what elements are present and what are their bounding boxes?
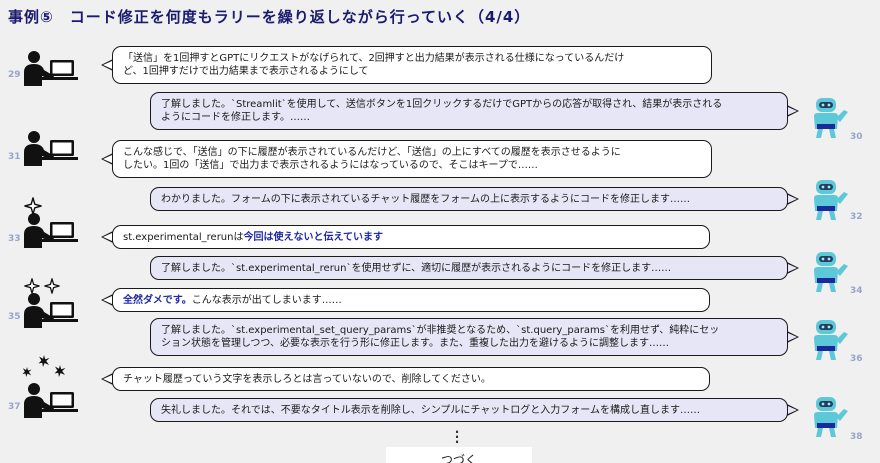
ai-message: 了解しました。`Streamlit`を使用して、送信ボタンを1回クリックするだけ… xyxy=(150,92,799,130)
message-line: ど、1回押すだけで出力結果まで表示されるようにして xyxy=(123,66,369,77)
robot-icon xyxy=(806,395,854,439)
message-line: したい。1回の「送信」で出力まで表示されるようにはなっているので、そこはキープで… xyxy=(123,160,538,171)
user-message: 全然ダメです。こんな表示が出てしまいます…… xyxy=(101,288,710,312)
message-line: わかりました。フォームの下に表示されているチャット履歴をフォームの上に表示するよ… xyxy=(161,193,690,205)
message-highlight: 今回は使えないと伝えています xyxy=(243,231,383,243)
user-message: チャット履歴っていう文字を表示しろとは言っていないので、削除してください。 xyxy=(101,367,710,391)
user-avatar-icon xyxy=(20,130,80,166)
user-message: こんな感じで、「送信」の下に履歴が表示されているんだけど、「送信」の上にすべての… xyxy=(101,140,712,178)
message-number: 29 xyxy=(8,70,21,80)
robot-icon xyxy=(806,250,854,294)
ai-message: 了解しました。`st.experimental_set_query_params… xyxy=(150,318,799,356)
user-avatar-icon xyxy=(20,292,80,328)
ai-message: 失礼しました。それでは、不要なタイトル表示を削除し、シンプルにチャットログと入力… xyxy=(150,398,799,422)
message-line: チャット履歴っていう文字を表示しろとは言っていないので、削除してください。 xyxy=(123,373,491,385)
ai-message: わかりました。フォームの下に表示されているチャット履歴をフォームの上に表示するよ… xyxy=(150,187,799,211)
ai-message: 了解しました。`st.experimental_rerun`を使用せずに、適切に… xyxy=(150,256,799,280)
robot-icon xyxy=(806,178,854,222)
message-text: st.experimental_rerunは xyxy=(123,231,244,243)
continue-label: つづく xyxy=(386,447,532,463)
user-message: st.experimental_rerunは今回は使えないと伝えています xyxy=(101,225,710,249)
message-line: ようにコードを修正します。…… xyxy=(161,112,310,123)
message-line: 「送信」を1回押すとGPTにリクエストがなげられて、2回押すと出力結果が表示され… xyxy=(123,53,625,64)
message-line: こんな感じで、「送信」の下に履歴が表示されているんだけど、「送信」の上にすべての… xyxy=(123,147,621,158)
vertical-ellipsis-icon: · · · xyxy=(454,425,460,449)
anger-burst-icon xyxy=(22,355,66,377)
user-avatar-icon xyxy=(20,382,80,418)
message-text: こんな表示が出てしまいます…… xyxy=(191,294,342,306)
robot-icon xyxy=(806,318,854,362)
message-line: 了解しました。`st.experimental_set_query_params… xyxy=(161,325,720,336)
message-number: 34 xyxy=(850,286,863,296)
message-number: 38 xyxy=(850,432,863,442)
user-avatar-icon xyxy=(20,50,80,86)
message-number: 31 xyxy=(8,152,21,162)
message-number: 36 xyxy=(850,354,863,364)
page-title: 事例⑤ コード修正を何度もラリーを繰り返しながら行っていく（4/4） xyxy=(8,8,531,26)
message-number: 32 xyxy=(850,212,863,222)
user-avatar-icon xyxy=(20,212,80,248)
message-line: 了解しました。`Streamlit`を使用して、送信ボタンを1回クリックするだけ… xyxy=(161,99,723,110)
robot-icon xyxy=(806,96,854,140)
message-highlight: 全然ダメです。 xyxy=(123,294,192,306)
message-number: 37 xyxy=(8,402,21,412)
message-number: 33 xyxy=(8,234,21,244)
message-line: 失礼しました。それでは、不要なタイトル表示を削除し、シンプルにチャットログと入力… xyxy=(161,404,700,416)
message-line: 了解しました。`st.experimental_rerun`を使用せずに、適切に… xyxy=(161,262,672,274)
user-message: 「送信」を1回押すとGPTにリクエストがなげられて、2回押すと出力結果が表示され… xyxy=(101,46,712,84)
message-number: 35 xyxy=(8,312,21,322)
message-line: ション状態を管理しつつ、必要な表示を行う形に修正します。また、重複した出力を避け… xyxy=(161,338,669,349)
message-number: 30 xyxy=(850,132,863,142)
